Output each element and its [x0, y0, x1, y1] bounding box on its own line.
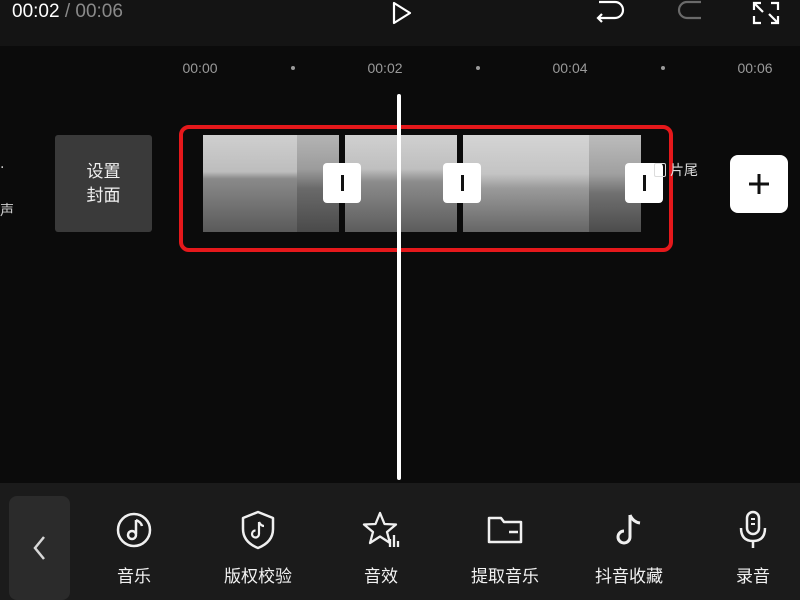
ending-clip[interactable]: 片尾 — [654, 160, 698, 180]
play-icon — [392, 1, 412, 25]
playhead[interactable] — [397, 94, 401, 480]
toolbar-item-sound-effects[interactable]: 音效 — [326, 508, 436, 587]
add-clip-button[interactable] — [730, 155, 788, 213]
toolbar-label: 录音 — [736, 567, 770, 587]
toolbar-item-copyright-check[interactable]: 版权校验 — [203, 508, 313, 587]
tiktok-icon — [616, 514, 641, 545]
back-button[interactable] — [9, 496, 70, 600]
undo-icon — [596, 0, 625, 23]
toolbar-label: 提取音乐 — [471, 567, 539, 587]
star-sound-icon — [362, 511, 400, 547]
time-separator: / — [64, 1, 71, 22]
ruler-dot — [476, 66, 480, 70]
redo-button[interactable] — [674, 0, 708, 24]
play-button[interactable] — [386, 0, 416, 26]
toolbar-label: 音效 — [364, 567, 398, 587]
toolbar-item-extract-music[interactable]: 提取音乐 — [450, 508, 560, 587]
folder-icon — [487, 516, 523, 544]
left-partial-mark: · — [0, 160, 5, 176]
plus-icon — [749, 174, 769, 194]
time-display: 00:02 / 00:06 — [12, 0, 123, 24]
microphone-icon — [739, 510, 767, 548]
current-time: 00:02 — [12, 1, 60, 22]
ruler-dot — [291, 66, 295, 70]
ending-label: 片尾 — [670, 163, 698, 179]
shield-tiktok-icon — [241, 510, 275, 550]
fullscreen-icon — [752, 1, 780, 25]
undo-button[interactable] — [592, 0, 626, 24]
toolbar-label: 音乐 — [117, 567, 151, 587]
ending-icon — [654, 163, 666, 177]
set-cover-button[interactable]: 设置 封面 — [55, 135, 152, 232]
total-time: 00:06 — [75, 1, 123, 22]
toolbar-label: 版权校验 — [224, 567, 292, 587]
highlight-box — [179, 125, 673, 252]
toolbar-label: 抖音收藏 — [595, 567, 663, 587]
ruler-tick: 00:00 — [182, 60, 218, 76]
music-note-icon — [116, 512, 152, 548]
chevron-left-icon — [32, 536, 45, 560]
set-cover-label-2: 封面 — [86, 185, 121, 206]
redo-icon — [677, 0, 701, 20]
toolbar-item-douyin-favorites[interactable]: 抖音收藏 — [574, 508, 684, 587]
fullscreen-button[interactable] — [750, 0, 782, 26]
ruler-tick: 00:02 — [367, 60, 403, 76]
toolbar-item-music[interactable]: 音乐 — [79, 508, 189, 587]
left-partial-label[interactable]: 声 — [0, 200, 14, 220]
timeline-ruler[interactable]: 00:00 00:02 00:04 00:06 — [0, 46, 800, 90]
ruler-tick: 00:06 — [737, 60, 773, 76]
toolbar-item-record[interactable]: 录音 — [698, 508, 800, 587]
set-cover-label-1: 设置 — [86, 161, 121, 182]
ruler-tick: 00:04 — [552, 60, 588, 76]
top-bar: 00:02 / 00:06 — [0, 0, 800, 46]
ruler-dot — [661, 66, 665, 70]
